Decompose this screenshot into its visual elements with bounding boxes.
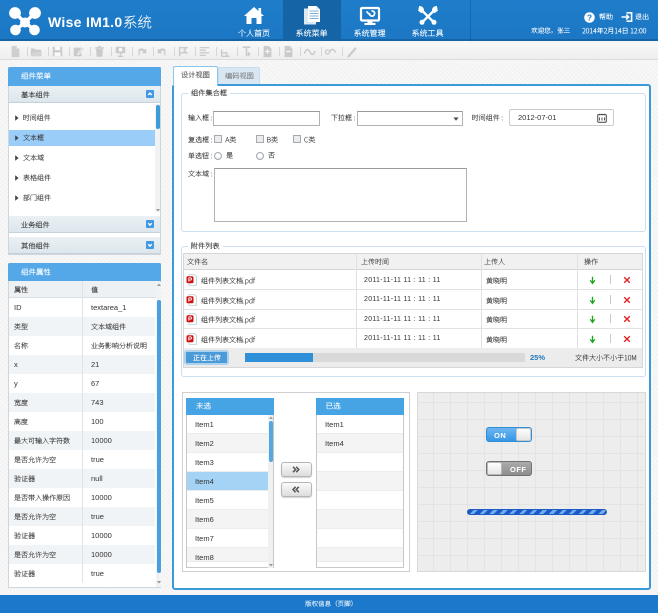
svg-text:?: ? (587, 13, 592, 23)
